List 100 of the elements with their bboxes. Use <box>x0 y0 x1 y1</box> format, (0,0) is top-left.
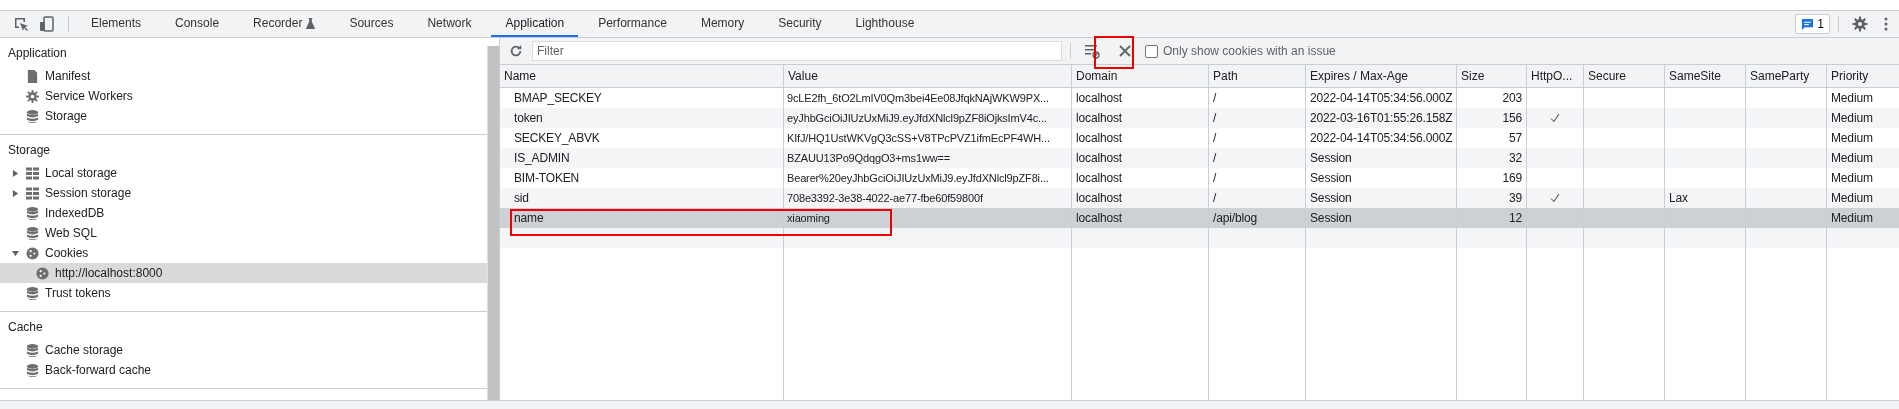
cookie-priority: Medium <box>1831 111 1873 125</box>
scrollbar[interactable] <box>487 46 499 400</box>
panel-tab[interactable]: Performance <box>584 11 681 37</box>
cookie-path: / <box>1213 151 1217 165</box>
column-header[interactable]: Value <box>783 65 1071 87</box>
cookie-expires: Session <box>1310 191 1352 205</box>
sidebar-item[interactable]: Cache storage <box>0 340 487 360</box>
table-row[interactable]: token eyJhbGciOiJIUzUxMiJ9.eyJfdXNlcl9pZF8iOjksImV4c... localhost / 2022-03-16T01:55:26.158Z 156 Medium <box>500 108 1899 128</box>
table-row[interactable]: sid 708e3392-3e38-4022-ae77-fbe60f59800f localhost / Session 39 Lax Medium <box>500 188 1899 208</box>
expanded-arrow-icon[interactable] <box>12 249 19 257</box>
database-icon <box>26 206 39 220</box>
sidebar-item[interactable]: Service Workers <box>0 86 487 106</box>
column-header[interactable]: Secure <box>1583 65 1664 87</box>
sidebar-item[interactable]: Back-forward cache <box>0 360 487 380</box>
panel-tab[interactable]: Lighthouse <box>841 11 929 37</box>
cookie-path: / <box>1213 131 1217 145</box>
cookie-expires: Session <box>1310 151 1352 165</box>
cookie-value: 708e3392-3e38-4022-ae77-fbe60f59800f <box>787 192 983 204</box>
table-row[interactable]: IS_ADMIN BZAUU13Po9QdqgO3+ms1ww== localhost / Session 32 Medium <box>500 148 1899 168</box>
filter-field[interactable]: Filter <box>532 41 1062 61</box>
cookie-priority: Medium <box>1831 191 1873 205</box>
cookie-expires: Session <box>1310 211 1352 225</box>
column-header[interactable]: SameSite <box>1664 65 1745 87</box>
collapsed-arrow-icon[interactable] <box>12 169 19 177</box>
sidebar-item[interactable]: IndexedDB <box>0 203 487 223</box>
panel-tab[interactable]: Console <box>161 11 234 37</box>
section-title: Cache <box>7 319 44 336</box>
cookie-priority: Medium <box>1831 131 1873 145</box>
sidebar-item[interactable]: Session storage <box>0 183 487 203</box>
cookie-value: eyJhbGciOiJIUzUxMiJ9.eyJfdXNlcl9pZF8iOjksImV4c... <box>787 112 1047 124</box>
database-icon <box>26 363 39 377</box>
panel-tab[interactable]: Network <box>413 11 486 37</box>
cookie-domain: localhost <box>1076 131 1122 145</box>
cookie-priority: Medium <box>1831 91 1873 105</box>
cookie-path: / <box>1213 171 1217 185</box>
cookie-domain: localhost <box>1076 91 1122 105</box>
sidebar-item[interactable]: Trust tokens <box>0 283 487 303</box>
column-header[interactable]: Priority <box>1826 65 1899 87</box>
panel-tab[interactable]: Security <box>764 11 836 37</box>
cookie-value: Bearer%20eyJhbGciOiJIUzUxMiJ9.eyJfdXNlcl9pZF8i... <box>787 172 1049 184</box>
clear-filter-icon[interactable] <box>1084 43 1100 59</box>
cookie-domain: localhost <box>1076 151 1122 165</box>
cookie-expires: Session <box>1310 171 1352 185</box>
cookie-name: BIM-TOKEN <box>514 171 580 185</box>
section-title: Storage <box>7 142 52 159</box>
flask-icon <box>306 17 316 29</box>
cookie-samesite: Lax <box>1669 191 1688 205</box>
close-icon[interactable] <box>1117 43 1133 59</box>
sidebar-item[interactable]: Local storage <box>0 163 487 183</box>
column-header[interactable]: Expires / Max-Age <box>1305 65 1456 87</box>
message-icon <box>1801 17 1815 31</box>
checkbox[interactable] <box>1145 44 1158 58</box>
panel-tab[interactable]: Recorder <box>239 11 330 37</box>
issues-button[interactable]: 1 <box>1795 14 1830 34</box>
cookie-size: 39 <box>1508 191 1522 205</box>
database-icon <box>26 226 39 240</box>
device-toggle-icon[interactable] <box>39 16 55 32</box>
column-header[interactable]: Path <box>1208 65 1305 87</box>
collapsed-arrow-icon[interactable] <box>12 189 19 197</box>
cookie-name: BMAP_SECKEY <box>514 91 602 105</box>
cookie-name: sid <box>514 191 529 205</box>
column-header[interactable]: Domain <box>1071 65 1208 87</box>
cookie-icon <box>26 246 39 260</box>
highlight-frame <box>1094 36 1134 69</box>
cookie-priority: Medium <box>1831 171 1873 185</box>
sidebar-item[interactable]: Web SQL <box>0 223 487 243</box>
cookie-expires: 2022-04-14T05:34:56.000Z <box>1310 131 1453 145</box>
cookie-size: 169 <box>1502 171 1522 185</box>
cookie-name: IS_ADMIN <box>514 151 570 165</box>
cookie-domain: localhost <box>1076 111 1122 125</box>
cookie-size: 32 <box>1508 151 1522 165</box>
refresh-icon[interactable] <box>509 44 523 58</box>
inspect-icon[interactable] <box>13 16 29 32</box>
column-header[interactable]: Name <box>500 65 783 87</box>
panel-tab[interactable]: Memory <box>686 11 759 37</box>
table-row[interactable]: name xiaoming localhost /api/blog Session 12 Medium <box>500 208 1899 228</box>
database-icon <box>26 109 39 123</box>
panel-tab[interactable]: Elements <box>77 11 156 37</box>
sidebar-item[interactable]: Manifest <box>0 66 487 86</box>
cookie-size: 57 <box>1508 131 1522 145</box>
cookie-domain: localhost <box>1076 211 1122 225</box>
panel-tab[interactable]: Sources <box>335 11 408 37</box>
column-header[interactable]: HttpO... <box>1526 65 1583 87</box>
cookie-name: name <box>514 211 544 225</box>
cookie-path: /api/blog <box>1213 211 1258 225</box>
checkbox-label: Only show cookies with an issue <box>1163 44 1336 58</box>
settings-icon[interactable] <box>1852 16 1868 32</box>
cookie-value: 9cLE2fh_6tO2LmIV0Qm3bei4Ee08JfqkNAjWKW9PX... <box>787 92 1049 104</box>
cookie-name: SECKEY_ABVK <box>514 131 600 145</box>
sidebar-item[interactable]: Storage <box>0 106 487 126</box>
section-title: Application <box>7 45 68 62</box>
cookie-priority: Medium <box>1831 211 1873 225</box>
cookie-size: 203 <box>1502 91 1522 105</box>
grid-icon <box>26 166 39 180</box>
sidebar-item[interactable]: http://localhost:8000 <box>0 263 487 283</box>
column-header[interactable]: SameParty <box>1745 65 1826 87</box>
sidebar-item[interactable]: Cookies <box>0 243 487 263</box>
gear-icon <box>26 89 39 103</box>
column-header[interactable]: Size <box>1456 65 1526 87</box>
cookie-expires: 2022-03-16T01:55:26.158Z <box>1310 111 1453 125</box>
